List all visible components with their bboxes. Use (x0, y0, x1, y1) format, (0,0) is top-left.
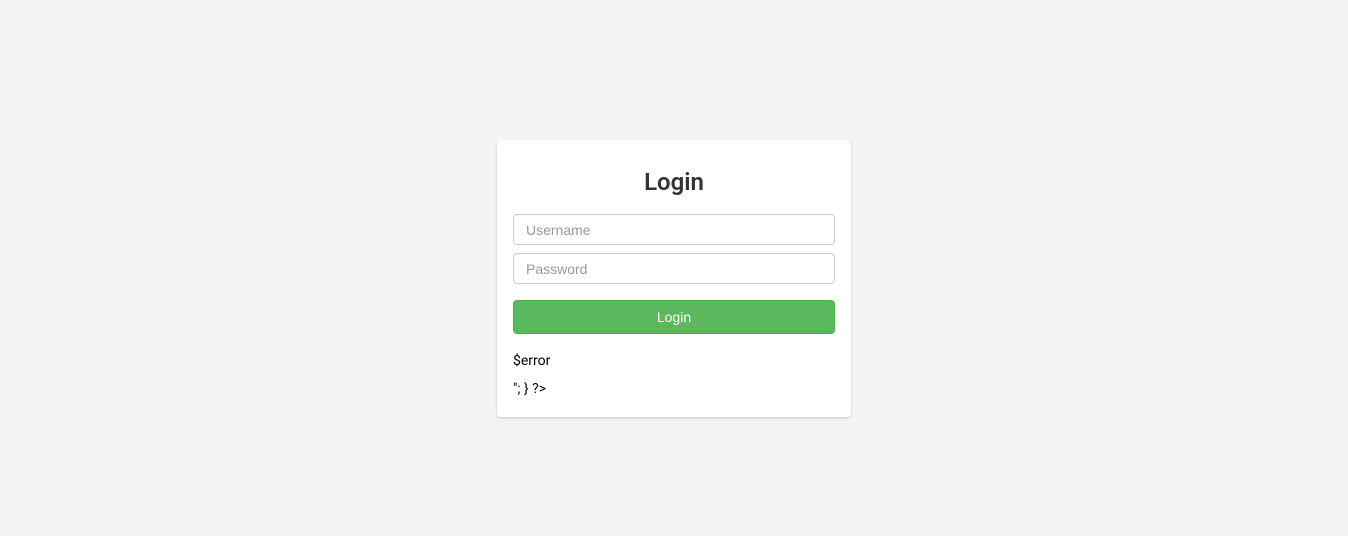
login-title: Login (513, 168, 835, 196)
password-field[interactable] (513, 253, 835, 284)
error-message: $error (513, 350, 835, 372)
username-field[interactable] (513, 214, 835, 245)
trailing-code-text: "; } ?> (513, 378, 835, 400)
login-button[interactable]: Login (513, 300, 835, 334)
login-card: Login Login $error "; } ?> (497, 140, 851, 417)
